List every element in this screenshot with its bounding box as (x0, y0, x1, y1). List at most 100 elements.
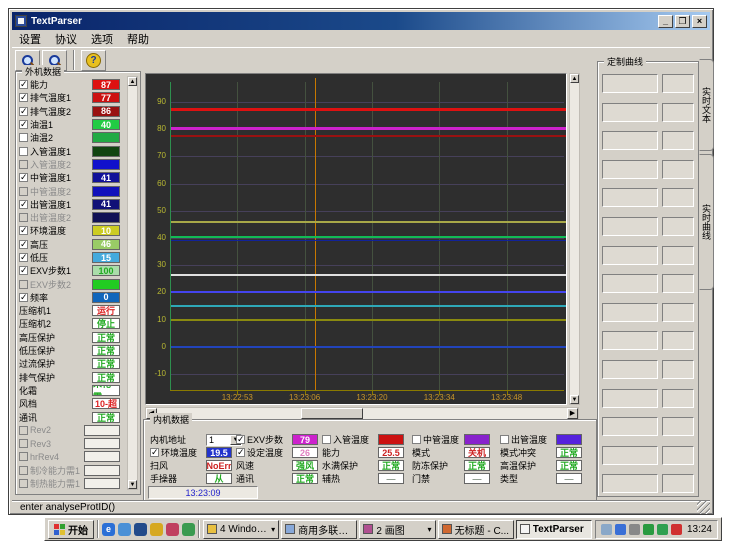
custom-curve-name-field[interactable] (602, 160, 658, 179)
custom-curve-name-field[interactable] (602, 446, 658, 465)
taskbar-button-3[interactable]: 2 画图▾ (359, 520, 435, 539)
mail-icon[interactable] (150, 523, 163, 536)
custom-curve-value-field[interactable] (662, 303, 694, 322)
custom-curve-value-field[interactable] (662, 274, 694, 293)
outdoor-scrollbar[interactable]: ▲ ▼ (127, 76, 138, 490)
messenger-tray-icon[interactable] (615, 524, 626, 535)
outdoor-checkbox-10[interactable]: ✓ (19, 200, 28, 209)
outdoor-checkbox-7[interactable] (19, 160, 28, 169)
custom-curve-value-field[interactable] (662, 103, 694, 122)
start-button[interactable]: 开始 (48, 520, 94, 539)
custom-curve-name-field[interactable] (602, 246, 658, 265)
custom-curve-value-field[interactable] (662, 131, 694, 150)
help-button[interactable]: ? (81, 50, 106, 71)
outdoor-row-20: 高压保护正常 (19, 331, 120, 344)
tab-realtime-curve[interactable]: 实时曲线 (699, 154, 714, 290)
scrollbar-thumb[interactable] (301, 408, 363, 419)
taskbar-button-2[interactable]: 商用多联装... (281, 520, 357, 539)
custom-curve-name-field[interactable] (602, 131, 658, 150)
indoor-checkbox-2-0[interactable] (322, 435, 331, 444)
custom-curve-name-field[interactable] (602, 417, 658, 436)
group-expand-icon[interactable]: ▾ (271, 525, 275, 534)
outdoor-checkbox-1[interactable]: ✓ (19, 80, 28, 89)
custom-curve-value-field[interactable] (662, 474, 694, 493)
outdoor-checkbox-28[interactable] (19, 439, 28, 448)
resize-grip-icon[interactable] (697, 501, 710, 514)
tab-realtime-text[interactable]: 实时文本 (699, 59, 714, 151)
custom-curve-name-field[interactable] (602, 274, 658, 293)
menu-item-3[interactable]: 选项 (84, 30, 120, 48)
menu-item-2[interactable]: 协议 (48, 30, 84, 48)
outdoor-checkbox-16[interactable] (19, 280, 28, 289)
indoor-checkbox-0-1[interactable]: ✓ (150, 448, 159, 457)
outdoor-checkbox-3[interactable]: ✓ (19, 107, 28, 116)
custom-curve-name-field[interactable] (602, 360, 658, 379)
taskbar-button-1[interactable]: 4 Windows...▾ (203, 520, 279, 539)
scroll-up-icon[interactable]: ▲ (128, 77, 137, 86)
security-icon[interactable] (166, 523, 179, 536)
indoor-checkbox-1-1[interactable]: ✓ (236, 448, 245, 457)
outdoor-checkbox-31[interactable] (19, 479, 28, 488)
ie-icon[interactable]: e (102, 523, 115, 536)
outdoor-checkbox-27[interactable] (19, 426, 28, 435)
custom-curve-value-field[interactable] (662, 74, 694, 93)
outdoor-checkbox-8[interactable]: ✓ (19, 173, 28, 182)
outdoor-checkbox-13[interactable]: ✓ (19, 240, 28, 249)
restore-button[interactable]: ❐ (675, 15, 690, 28)
minimize-button[interactable]: _ (658, 15, 673, 28)
outdoor-checkbox-15[interactable]: ✓ (19, 266, 28, 275)
outdoor-checkbox-17[interactable]: ✓ (19, 293, 28, 302)
outdoor-checkbox-14[interactable]: ✓ (19, 253, 28, 262)
custom-curve-value-field[interactable] (662, 331, 694, 350)
outdoor-checkbox-2[interactable]: ✓ (19, 93, 28, 102)
scroll-up-icon[interactable]: ▲ (570, 74, 579, 83)
scroll-right-icon[interactable]: ▶ (567, 408, 578, 419)
custom-curve-value-field[interactable] (662, 417, 694, 436)
series-line-5 (171, 236, 566, 238)
menu-item-4[interactable]: 帮助 (120, 30, 156, 48)
scroll-down-icon[interactable]: ▼ (128, 480, 137, 489)
custom-curve-name-field[interactable] (602, 331, 658, 350)
custom-curve-name-field[interactable] (602, 188, 658, 207)
outdoor-checkbox-30[interactable] (19, 466, 28, 475)
outdoor-checkbox-12[interactable]: ✓ (19, 226, 28, 235)
indoor-checkbox-1-0[interactable]: ✓ (236, 435, 245, 444)
custom-curve-name-field[interactable] (602, 74, 658, 93)
antivirus-tray-icon[interactable] (643, 524, 654, 535)
outlook-icon[interactable] (118, 523, 131, 536)
close-button[interactable]: × (692, 15, 707, 28)
custom-curve-value-field[interactable] (662, 446, 694, 465)
custom-curve-value-field[interactable] (662, 246, 694, 265)
outdoor-checkbox-6[interactable] (19, 147, 28, 156)
taskbar-button-5[interactable]: TextParser (516, 520, 592, 539)
media-icon[interactable] (182, 523, 195, 536)
group-expand-icon[interactable]: ▾ (428, 525, 432, 534)
menu-item-1[interactable]: 设置 (12, 30, 48, 48)
outdoor-checkbox-11[interactable] (19, 213, 28, 222)
indoor-checkbox-4-0[interactable] (500, 435, 509, 444)
custom-curve-value-field[interactable] (662, 160, 694, 179)
custom-curve-name-field[interactable] (602, 217, 658, 236)
custom-curve-name-field[interactable] (602, 474, 658, 493)
custom-curve-value-field[interactable] (662, 389, 694, 408)
custom-curve-name-field[interactable] (602, 389, 658, 408)
outdoor-checkbox-4[interactable]: ✓ (19, 120, 28, 129)
volume-icon[interactable] (629, 524, 640, 535)
print-queue-icon[interactable] (601, 524, 612, 535)
monitor-tray-icon[interactable] (657, 524, 668, 535)
msn-icon[interactable] (134, 523, 147, 536)
custom-curve-value-field[interactable] (662, 360, 694, 379)
outdoor-checkbox-5[interactable] (19, 133, 28, 142)
download-tray-icon[interactable] (671, 524, 682, 535)
taskbar-button-4[interactable]: 无标题 - C... (438, 520, 514, 539)
scroll-down-icon[interactable]: ▼ (570, 395, 579, 404)
custom-curve-value-field[interactable] (662, 188, 694, 207)
custom-curve-name-field[interactable] (602, 103, 658, 122)
outdoor-checkbox-29[interactable] (19, 452, 28, 461)
outdoor-checkbox-9[interactable] (19, 187, 28, 196)
title-bar[interactable]: TextParser _ ❐ × (12, 12, 710, 30)
custom-curve-value-field[interactable] (662, 217, 694, 236)
chart-vertical-scrollbar[interactable]: ▲ ▼ (569, 73, 580, 405)
indoor-checkbox-3-0[interactable] (412, 435, 421, 444)
custom-curve-name-field[interactable] (602, 303, 658, 322)
